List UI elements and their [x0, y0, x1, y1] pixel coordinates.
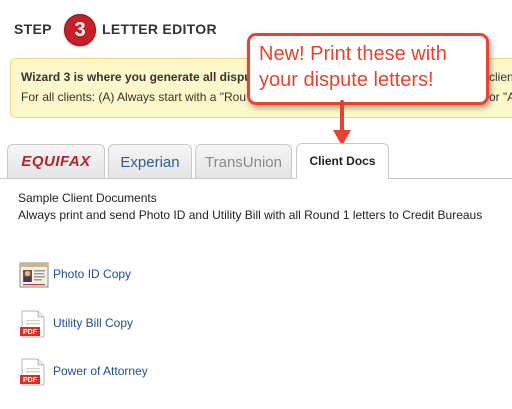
experian-logo-text: Experian — [120, 154, 180, 171]
tab-experian[interactable]: Experian — [108, 144, 192, 178]
equifax-logo-text: EQUIFAX — [21, 153, 91, 170]
page-title: LETTER EDITOR — [102, 21, 217, 37]
step-label: STEP — [14, 21, 52, 37]
callout-line-1: New! Print these with — [259, 43, 447, 65]
tab-bar-border — [0, 178, 512, 179]
svg-text:PDF: PDF — [23, 377, 38, 384]
pdf-file-icon[interactable]: PDF — [19, 358, 49, 386]
tab-client-docs[interactable]: Client Docs — [296, 143, 389, 179]
notice-line-2-right: or "A — [489, 90, 512, 104]
photo-id-card-icon[interactable] — [19, 260, 49, 290]
notice-line-2: For all clients: (A) Always start with a… — [21, 90, 246, 104]
client-docs-tab-label: Client Docs — [309, 154, 376, 168]
svg-text:PDF: PDF — [23, 329, 38, 336]
callout-line-2: your dispute letters! — [259, 69, 434, 91]
pdf-file-icon[interactable]: PDF — [19, 310, 49, 338]
section-title: Sample Client Documents — [18, 191, 157, 205]
photo-id-copy-link[interactable]: Photo ID Copy — [53, 267, 131, 281]
power-of-attorney-link[interactable]: Power of Attorney — [53, 364, 148, 378]
step-number-badge: 3 — [64, 14, 96, 46]
tab-transunion[interactable]: TransUnion — [195, 144, 292, 178]
section-description: Always print and send Photo ID and Utili… — [18, 208, 483, 222]
tab-equifax[interactable]: EQUIFAX — [7, 144, 105, 178]
new-feature-callout: New! Print these with your dispute lette… — [247, 33, 489, 105]
transunion-logo-text: TransUnion — [205, 154, 282, 171]
notice-line-1-right: clien — [489, 70, 512, 84]
notice-line-1: Wizard 3 is where you generate all dispu — [21, 70, 252, 84]
client-docs-page: STEP 3 LETTER EDITOR Wizard 3 is where y… — [0, 0, 512, 409]
utility-bill-copy-link[interactable]: Utility Bill Copy — [53, 316, 133, 330]
